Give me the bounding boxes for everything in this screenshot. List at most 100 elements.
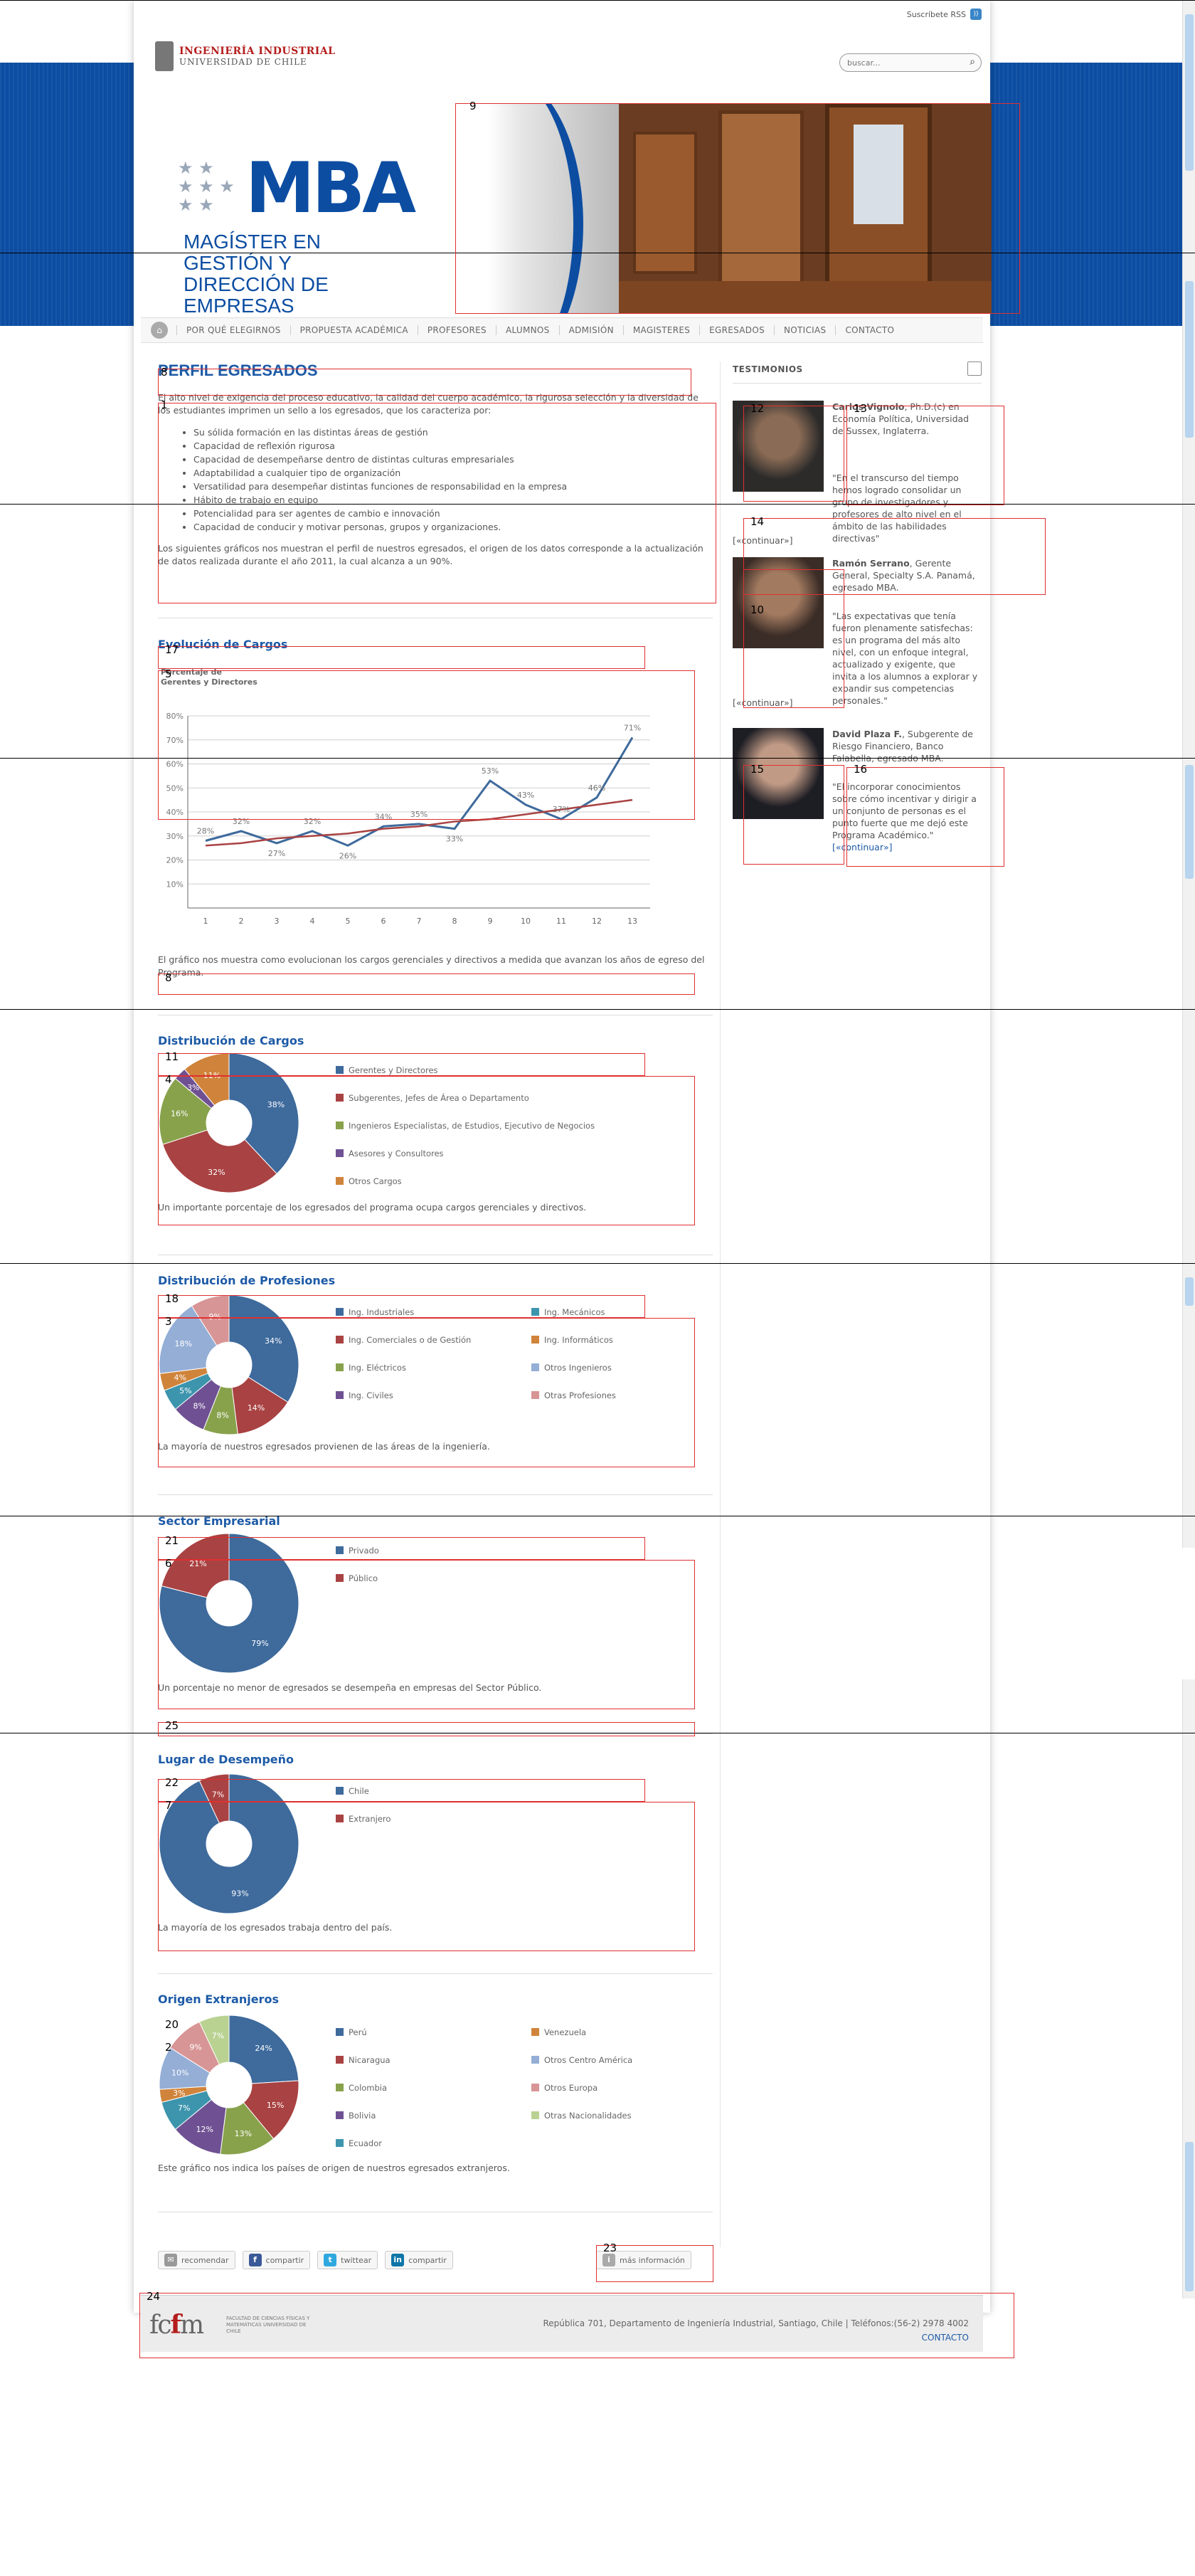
nav-item[interactable]: POR QUÉ ELEGIRNOS: [176, 325, 290, 335]
legend-label: Colombia: [349, 2083, 387, 2093]
data-label: 24%: [255, 2044, 272, 2053]
search-box[interactable]: ⌕: [839, 53, 982, 72]
feature-item: Capacidad de conducir y motivar personas…: [193, 520, 713, 534]
caption-evolucion: El gráfico nos muestra como evolucionan …: [158, 954, 705, 978]
legend-label: Perú: [349, 2027, 367, 2037]
annotation-number: 24: [147, 2290, 161, 2303]
continue-link[interactable]: [«continuar»]: [733, 697, 793, 709]
legend-label: Público: [349, 1573, 378, 1583]
home-icon[interactable]: ⌂: [151, 322, 168, 339]
legend-swatch: [336, 1149, 344, 1157]
nav-item[interactable]: EGRESADOS: [699, 325, 774, 335]
testimonial-quote: "En el transcurso del tiempo hemos logra…: [733, 472, 982, 544]
rss-icon[interactable]: )): [970, 9, 982, 20]
fcfm-logo-subtitle: FACULTAD DE CIENCIAS FÍSICAS Y MATEMÁTIC…: [226, 2316, 310, 2334]
school-logo[interactable]: INGENIERÍA INDUSTRIAL UNIVERSIDAD DE CHI…: [155, 41, 336, 71]
testimonial-name[interactable]: David Plaza F.: [832, 729, 902, 739]
scrollbar[interactable]: [1182, 0, 1195, 253]
data-label: 32%: [304, 817, 321, 826]
logo-line2: UNIVERSIDAD DE CHILE: [179, 57, 307, 67]
data-label: 8%: [216, 1410, 228, 1420]
annotation-number: 23: [603, 2242, 617, 2254]
continue-link[interactable]: [«continuar»]: [832, 842, 893, 852]
recommend-button[interactable]: ✉ recomendar: [158, 2251, 235, 2269]
data-label: 35%: [410, 810, 427, 819]
scrollbar-thumb[interactable]: [1185, 1277, 1194, 1306]
x-tick-label: 2: [239, 917, 244, 926]
nav-item[interactable]: PROFESORES: [417, 325, 496, 335]
testimonials-icon[interactable]: [967, 361, 982, 376]
twitter-label: twittear: [341, 2255, 372, 2265]
legend-label: Ing. Civiles: [349, 1390, 393, 1400]
data-label: 43%: [517, 791, 534, 800]
annotation-number: 11: [165, 1050, 179, 1063]
testimonial-quote: "Las expectativas que tenía fueron plena…: [733, 610, 982, 707]
linkedin-share-button[interactable]: in compartir: [385, 2251, 453, 2269]
scrollbar[interactable]: [1182, 1277, 1195, 1548]
nav-item[interactable]: MAGISTERES: [622, 325, 699, 335]
scrollbar-thumb[interactable]: [1185, 2142, 1194, 2291]
annotation-number: 12: [750, 402, 765, 415]
section-title-distribucion: Distribución de Cargos: [158, 1034, 304, 1047]
legend-label: Gerentes y Directores: [349, 1065, 438, 1075]
x-tick-label: 8: [452, 917, 457, 926]
search-icon[interactable]: ⌕: [970, 56, 975, 68]
data-label: 21%: [189, 1559, 206, 1568]
annotation-number: 5: [165, 667, 172, 680]
main-nav: ⌂ POR QUÉ ELEGIRNOS PROPUESTA ACADÉMICA …: [141, 317, 983, 343]
legend-label: Ingenieros Especialistas, de Estudios, E…: [349, 1121, 595, 1131]
data-label: 71%: [624, 723, 641, 732]
annotation-number: 9: [469, 100, 477, 112]
facebook-share-button[interactable]: f compartir: [242, 2251, 311, 2269]
caption-sector: Un porcentaje no menor de egresados se d…: [158, 1682, 542, 1693]
scrollbar-thumb[interactable]: [1185, 281, 1194, 438]
y-tick-label: 60%: [166, 760, 184, 769]
nav-item[interactable]: PROPUESTA ACADÉMICA: [290, 325, 418, 335]
scrollbar-thumb[interactable]: [1185, 14, 1194, 171]
data-label: 33%: [446, 835, 463, 844]
stars-icon: ★ ★ ★ ★ ★ ★ ★: [178, 158, 235, 215]
scrollbar-thumb[interactable]: [1185, 765, 1194, 879]
twitter-share-button[interactable]: t twittear: [317, 2251, 378, 2269]
nav-item[interactable]: NOTICIAS: [774, 325, 835, 335]
legend-swatch: [336, 1546, 344, 1554]
search-input[interactable]: [847, 54, 961, 71]
scrollbar[interactable]: [1182, 758, 1195, 1277]
testimonial-quote-text: "El incorporar conocimientos sobre cómo …: [832, 781, 977, 840]
data-label: 3%: [173, 2089, 185, 2098]
testimonial-quote: "El incorporar conocimientos sobre cómo …: [733, 781, 982, 853]
continue-link[interactable]: [«continuar»]: [733, 534, 793, 547]
x-tick-label: 4: [310, 917, 315, 926]
feature-item: Capacidad de desempeñarse dentro de dist…: [193, 453, 713, 466]
annotation-number: 20: [165, 2018, 179, 2031]
testimonial-name[interactable]: Ramón Serrano: [832, 558, 910, 569]
data-label: 34%: [375, 812, 392, 821]
top-bar: Suscríbete RSS )): [134, 0, 990, 31]
legend-swatch: [336, 1066, 344, 1074]
mba-title: MBA: [245, 148, 416, 229]
fcfm-logo[interactable]: fcfm: [149, 2310, 204, 2340]
nav-item[interactable]: CONTACTO: [835, 325, 903, 335]
caption-origen: Este gráfico nos indica los países de or…: [158, 2163, 510, 2173]
legend-label: Nicaragua: [349, 2055, 391, 2065]
data-label: 27%: [268, 849, 285, 858]
intro-text: El alto nivel de exigencia del proceso e…: [158, 391, 713, 568]
x-tick-label: 12: [592, 917, 602, 926]
linkedin-label: compartir: [408, 2255, 447, 2265]
footer-contact-link[interactable]: CONTACTO: [922, 2333, 969, 2343]
footer-address: República 701, Departamento de Ingenierí…: [543, 2318, 969, 2328]
scrollbar[interactable]: [1182, 253, 1195, 758]
y-axis-label: Gerentes y Directores: [161, 677, 257, 687]
divider: [158, 1973, 713, 1974]
nav-item[interactable]: ALUMNOS: [495, 325, 559, 335]
nav-item[interactable]: ADMISIÓN: [558, 325, 623, 335]
y-tick-label: 80%: [166, 712, 184, 721]
rss-link[interactable]: Suscríbete RSS )): [907, 9, 982, 20]
sidebar-title: TESTIMONIOS: [733, 364, 803, 374]
data-label: 32%: [208, 1168, 225, 1177]
scrollbar[interactable]: [1182, 1679, 1195, 2298]
testimonial-name[interactable]: Carlos Vignolo: [832, 401, 904, 412]
legend-label: Otros Centro América: [544, 2055, 632, 2065]
y-tick-label: 70%: [166, 736, 184, 745]
legend-swatch: [336, 2084, 344, 2091]
